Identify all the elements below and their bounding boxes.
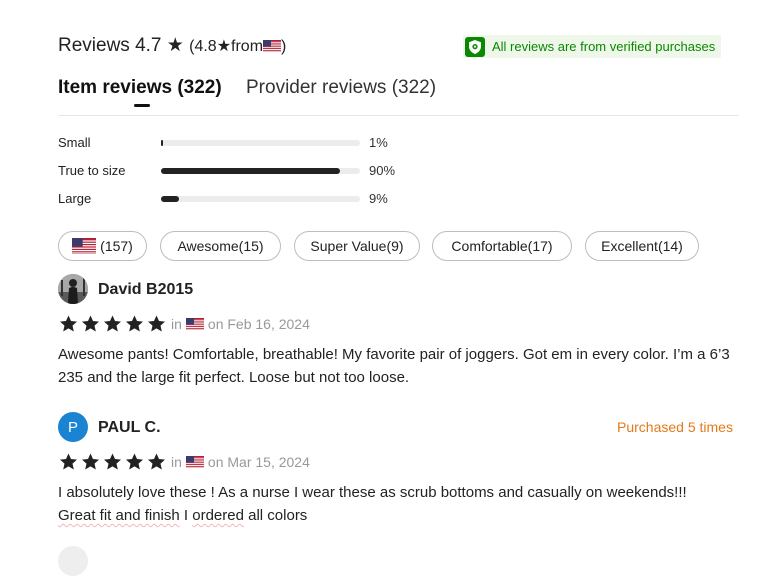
- filter-chip-comfortable[interactable]: Comfortable(17): [432, 231, 572, 261]
- verified-text: All reviews are from verified purchases: [492, 39, 716, 54]
- star-icon: [104, 315, 121, 332]
- provider-star-icon: ★: [216, 38, 232, 55]
- fit-bar-large: [161, 196, 360, 202]
- provider-rating-from: from: [231, 38, 264, 55]
- filter-chip-excellent[interactable]: Excellent(14): [585, 231, 699, 261]
- star-rating: [58, 452, 167, 472]
- review-text-segment: I: [179, 507, 193, 524]
- review-text-line-2: Great fit and finish I ordered all color…: [58, 504, 748, 527]
- filter-chip-awesome[interactable]: Awesome(15): [160, 231, 281, 261]
- star-icon: [104, 453, 121, 470]
- review-meta: in on Feb 16, 2024: [171, 316, 310, 332]
- fit-label-true-to-size: True to size: [58, 163, 126, 178]
- fit-bar-large-fill: [161, 196, 179, 202]
- filter-chip-us[interactable]: (157): [58, 231, 147, 261]
- provider-rating: (4.8★from): [189, 38, 286, 55]
- verified-purchases-badge: All reviews are from verified purchases: [463, 35, 722, 58]
- reviews-title-text: Reviews 4.7: [58, 35, 162, 56]
- review-text: I absolutely love these ! As a nurse I w…: [58, 481, 748, 527]
- filter-chip-super-value[interactable]: Super Value(9): [294, 231, 420, 261]
- tab-provider-reviews[interactable]: Provider reviews (322): [246, 77, 436, 99]
- us-flag-icon: [263, 40, 282, 52]
- star-icon: [82, 315, 99, 332]
- star-icon: [82, 453, 99, 470]
- avatar: [58, 546, 88, 576]
- star-icon: [126, 315, 143, 332]
- avatar: [58, 274, 88, 304]
- reviewer-name[interactable]: PAUL C.: [98, 419, 161, 437]
- review-in: in: [171, 316, 182, 332]
- fit-label-large: Large: [58, 191, 92, 206]
- star-icon: [126, 453, 143, 470]
- fit-percent-small: 1%: [369, 135, 388, 150]
- star-icon: [148, 315, 165, 332]
- review-rating-row: in on Feb 16, 2024: [58, 314, 310, 334]
- fit-bar-true-to-size: [161, 168, 360, 174]
- provider-rating-value: (4.8: [189, 38, 217, 55]
- review-text-segment: ordered: [192, 507, 244, 524]
- fit-bar-small-fill: [161, 140, 163, 146]
- us-flag-icon: [72, 238, 97, 254]
- purchase-count: Purchased 5 times: [617, 419, 733, 435]
- reviews-heading: Reviews 4.7 ★ (4.8★from): [58, 34, 286, 57]
- review-in: in: [171, 454, 182, 470]
- verified-shield-icon: [465, 36, 485, 57]
- review-text-line-1: I absolutely love these ! As a nurse I w…: [58, 484, 687, 501]
- fit-percent-large: 9%: [369, 191, 388, 206]
- active-tab-indicator: [134, 104, 150, 107]
- fit-bar-true-to-size-fill: [161, 168, 341, 174]
- fit-bar-small: [161, 140, 360, 146]
- filter-chip-us-label: (157): [100, 238, 133, 254]
- review-text: Awesome pants! Comfortable, breathable! …: [58, 346, 730, 386]
- us-flag-icon: [185, 456, 204, 468]
- provider-rating-close: ): [281, 38, 287, 55]
- tabs-divider: [58, 115, 739, 116]
- star-icon: [148, 453, 165, 470]
- star-icon: [60, 315, 77, 332]
- review-meta: in on Mar 15, 2024: [171, 454, 310, 470]
- review-date: on Feb 16, 2024: [207, 316, 310, 332]
- review-rating-row: in on Mar 15, 2024: [58, 452, 310, 472]
- fit-percent-true-to-size: 90%: [369, 163, 396, 178]
- rating-star-icon: ★: [166, 35, 184, 56]
- star-icon: [60, 453, 77, 470]
- avatar: P: [58, 412, 88, 442]
- us-flag-icon: [185, 318, 204, 330]
- review-text-segment: Great fit and finish: [58, 507, 180, 524]
- reviewer-name[interactable]: David B2015: [98, 281, 193, 299]
- star-rating: [58, 314, 167, 334]
- review-date: on Mar 15, 2024: [207, 454, 310, 470]
- fit-label-small: Small: [58, 135, 91, 150]
- tab-item-reviews[interactable]: Item reviews (322): [58, 77, 222, 99]
- review-text-segment: all colors: [243, 507, 308, 524]
